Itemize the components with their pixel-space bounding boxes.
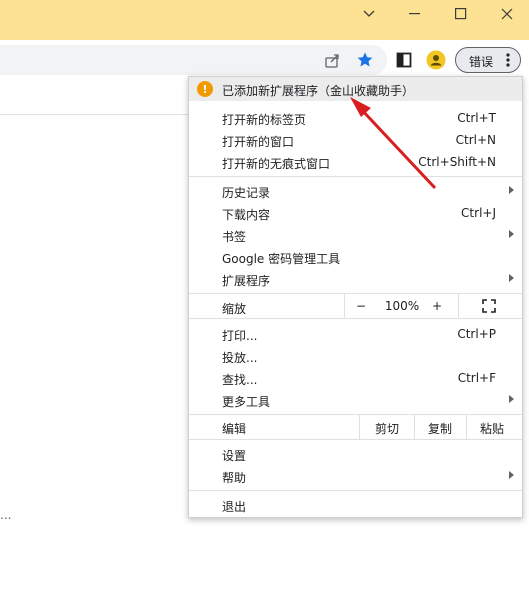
menu-separator	[189, 490, 522, 491]
settings-label: 设置	[222, 449, 247, 463]
profile-avatar-icon[interactable]	[426, 50, 446, 70]
page-ellipsis-text: ...	[0, 508, 12, 522]
downloads-label: 下载内容	[222, 208, 271, 222]
zoom-divider	[458, 294, 459, 318]
submenu-arrow-icon	[509, 230, 514, 238]
warning-icon: !	[197, 81, 213, 97]
downloads-shortcut: Ctrl+J	[461, 206, 496, 220]
tab-search-chevron-icon[interactable]	[346, 0, 392, 28]
new-window-shortcut: Ctrl+N	[455, 133, 496, 147]
close-button[interactable]	[484, 0, 529, 28]
menu-item-new-window[interactable]: 打开新的窗口 Ctrl+N	[189, 129, 522, 151]
new-tab-shortcut: Ctrl+T	[457, 111, 496, 125]
minimize-button[interactable]	[392, 0, 438, 28]
menu-item-find[interactable]: 查找... Ctrl+F	[189, 367, 522, 389]
new-window-label: 打开新的窗口	[222, 135, 295, 149]
submenu-arrow-icon	[509, 186, 514, 194]
extensions-label: 扩展程序	[222, 274, 271, 288]
menu-item-exit[interactable]: 退出	[189, 494, 522, 516]
fullscreen-icon[interactable]	[482, 299, 496, 313]
menu-separator	[189, 414, 522, 415]
print-shortcut: Ctrl+P	[457, 327, 496, 341]
menu-item-bookmarks[interactable]: 书签	[189, 224, 522, 246]
menu-item-cast[interactable]: 投放...	[189, 345, 522, 367]
extension-added-notice[interactable]: ! 已添加新扩展程序（金山收藏助手）	[189, 77, 522, 101]
zoom-divider	[344, 294, 345, 318]
paste-button[interactable]: 粘贴	[467, 420, 517, 437]
incognito-shortcut: Ctrl+Shift+N	[418, 155, 496, 169]
menu-item-new-tab[interactable]: 打开新的标签页 Ctrl+T	[189, 107, 522, 129]
cast-label: 投放...	[222, 351, 258, 365]
zoom-in-button[interactable]: +	[429, 299, 445, 313]
zoom-label: 缩放	[222, 302, 247, 316]
menu-kebab-icon[interactable]	[506, 53, 510, 67]
side-panel-icon[interactable]	[394, 50, 414, 70]
incognito-label: 打开新的无痕式窗口	[222, 157, 331, 171]
history-label: 历史记录	[222, 186, 271, 200]
exit-label: 退出	[222, 500, 247, 514]
menu-item-history[interactable]: 历史记录	[189, 180, 522, 202]
maximize-button[interactable]	[438, 0, 484, 28]
profile-error-label: 错误	[469, 55, 494, 69]
help-label: 帮助	[222, 471, 247, 485]
menu-item-downloads[interactable]: 下载内容 Ctrl+J	[189, 202, 522, 224]
browser-toolbar	[0, 40, 529, 80]
password-manager-label: Google 密码管理工具	[222, 252, 341, 266]
print-label: 打印...	[222, 329, 258, 343]
cut-button[interactable]: 剪切	[360, 420, 414, 437]
share-icon[interactable]	[323, 50, 343, 70]
page-divider	[0, 114, 190, 115]
zoom-level-value: 100%	[384, 299, 420, 313]
bookmark-star-icon[interactable]	[355, 50, 375, 70]
menu-separator	[189, 318, 522, 319]
menu-separator	[189, 439, 522, 440]
submenu-arrow-icon	[509, 471, 514, 479]
menu-separator	[189, 293, 522, 294]
copy-button[interactable]: 复制	[415, 420, 465, 437]
profile-error-chip[interactable]: 错误	[455, 47, 521, 73]
submenu-arrow-icon	[509, 274, 514, 282]
submenu-arrow-icon	[509, 395, 514, 403]
more-tools-label: 更多工具	[222, 395, 271, 409]
zoom-out-button[interactable]: −	[351, 299, 371, 313]
menu-item-settings[interactable]: 设置	[189, 443, 522, 465]
menu-item-extensions[interactable]: 扩展程序	[189, 268, 522, 290]
menu-item-incognito[interactable]: 打开新的无痕式窗口 Ctrl+Shift+N	[189, 151, 522, 173]
menu-item-more-tools[interactable]: 更多工具	[189, 389, 522, 411]
extension-added-label: 已添加新扩展程序（金山收藏助手）	[222, 84, 415, 98]
find-label: 查找...	[222, 373, 258, 387]
bookmarks-label: 书签	[222, 230, 247, 244]
title-bar	[0, 0, 529, 40]
menu-item-password-manager[interactable]: Google 密码管理工具	[189, 246, 522, 268]
find-shortcut: Ctrl+F	[457, 371, 496, 385]
menu-item-print[interactable]: 打印... Ctrl+P	[189, 323, 522, 345]
menu-item-help[interactable]: 帮助	[189, 465, 522, 487]
menu-separator	[189, 176, 522, 177]
new-tab-label: 打开新的标签页	[222, 113, 307, 127]
edit-label: 编辑	[222, 422, 247, 436]
chrome-main-menu: ! 已添加新扩展程序（金山收藏助手） 打开新的标签页 Ctrl+T 打开新的窗口…	[188, 76, 523, 518]
